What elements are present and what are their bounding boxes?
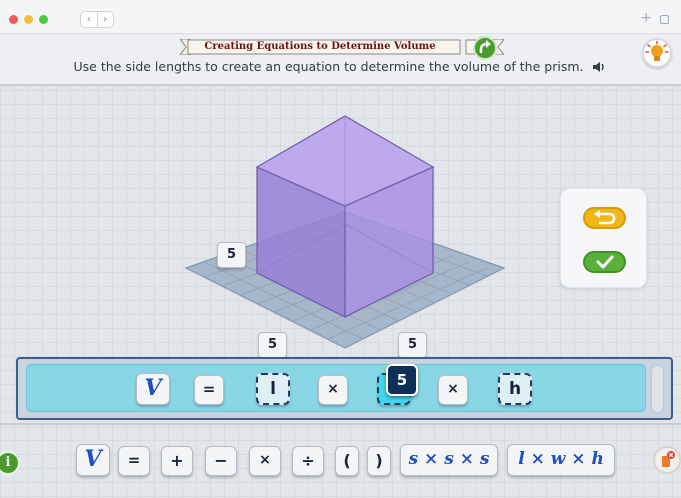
control-panel	[560, 188, 647, 288]
palette-tile-close-paren[interactable]: )	[367, 446, 391, 476]
info-button[interactable]: i	[0, 451, 20, 475]
length-label: 5	[258, 332, 287, 358]
section-divider	[0, 423, 681, 425]
equation-slot-length[interactable]: l	[256, 373, 290, 405]
app-canvas: Creating Equations to Determine Volume U…	[0, 34, 681, 498]
equation-tile-times-1[interactable]: ×	[318, 375, 348, 405]
next-arrow-button[interactable]	[473, 36, 497, 60]
check-answer-button[interactable]	[583, 251, 626, 273]
maximize-window-button[interactable]	[39, 15, 48, 24]
width-label: 5	[398, 332, 427, 358]
back-button[interactable]: ‹	[81, 12, 98, 27]
exit-icon	[662, 451, 675, 467]
palette-tile-cube-formula[interactable]: s × s × s	[400, 444, 498, 476]
palette-tile-volume[interactable]: V	[76, 444, 110, 476]
palette-tile-prism-formula[interactable]: l × w × h	[507, 444, 615, 476]
instructions-text: Use the side lengths to create an equati…	[73, 59, 584, 74]
palette-tile-times[interactable]: ×	[249, 446, 281, 476]
undo-arrow-icon	[594, 210, 616, 225]
equation-slot-height[interactable]: h	[498, 373, 532, 405]
activity-header: Creating Equations to Determine Volume U…	[0, 34, 681, 86]
history-nav: ‹ ›	[80, 11, 114, 28]
equation-tile-equals[interactable]: =	[194, 375, 224, 405]
equation-tile-times-2[interactable]: ×	[438, 375, 468, 405]
equation-tile-volume[interactable]: V	[136, 373, 170, 405]
title-banner: Creating Equations to Determine Volume	[180, 39, 504, 55]
palette-tile-plus[interactable]: +	[161, 446, 193, 476]
palette-tile-minus[interactable]: −	[205, 446, 237, 476]
height-label: 5	[217, 242, 246, 268]
new-tab-button[interactable]: +	[640, 10, 652, 26]
minimize-window-button[interactable]	[24, 15, 33, 24]
window-mode-icon[interactable]	[660, 15, 669, 24]
equation-scrollbar[interactable]	[651, 365, 664, 413]
browser-chrome: ‹ › +	[0, 0, 681, 34]
palette-tile-divide[interactable]: ÷	[292, 446, 324, 476]
curved-arrow-icon	[479, 40, 491, 54]
activity-title: Creating Equations to Determine Volume	[204, 41, 436, 52]
forward-button[interactable]: ›	[98, 12, 114, 27]
close-window-button[interactable]	[9, 15, 18, 24]
undo-button[interactable]	[583, 207, 626, 229]
lightbulb-icon	[645, 40, 669, 61]
palette-tile-open-paren[interactable]: (	[335, 446, 359, 476]
dragged-value-tile[interactable]: 5	[386, 364, 418, 396]
hint-button[interactable]	[642, 38, 672, 68]
speaker-icon[interactable]	[593, 61, 607, 73]
instructions-line: Use the side lengths to create an equati…	[0, 59, 681, 74]
checkmark-icon	[596, 255, 614, 269]
exit-button[interactable]	[653, 446, 681, 474]
palette-tile-equals[interactable]: =	[118, 446, 150, 476]
